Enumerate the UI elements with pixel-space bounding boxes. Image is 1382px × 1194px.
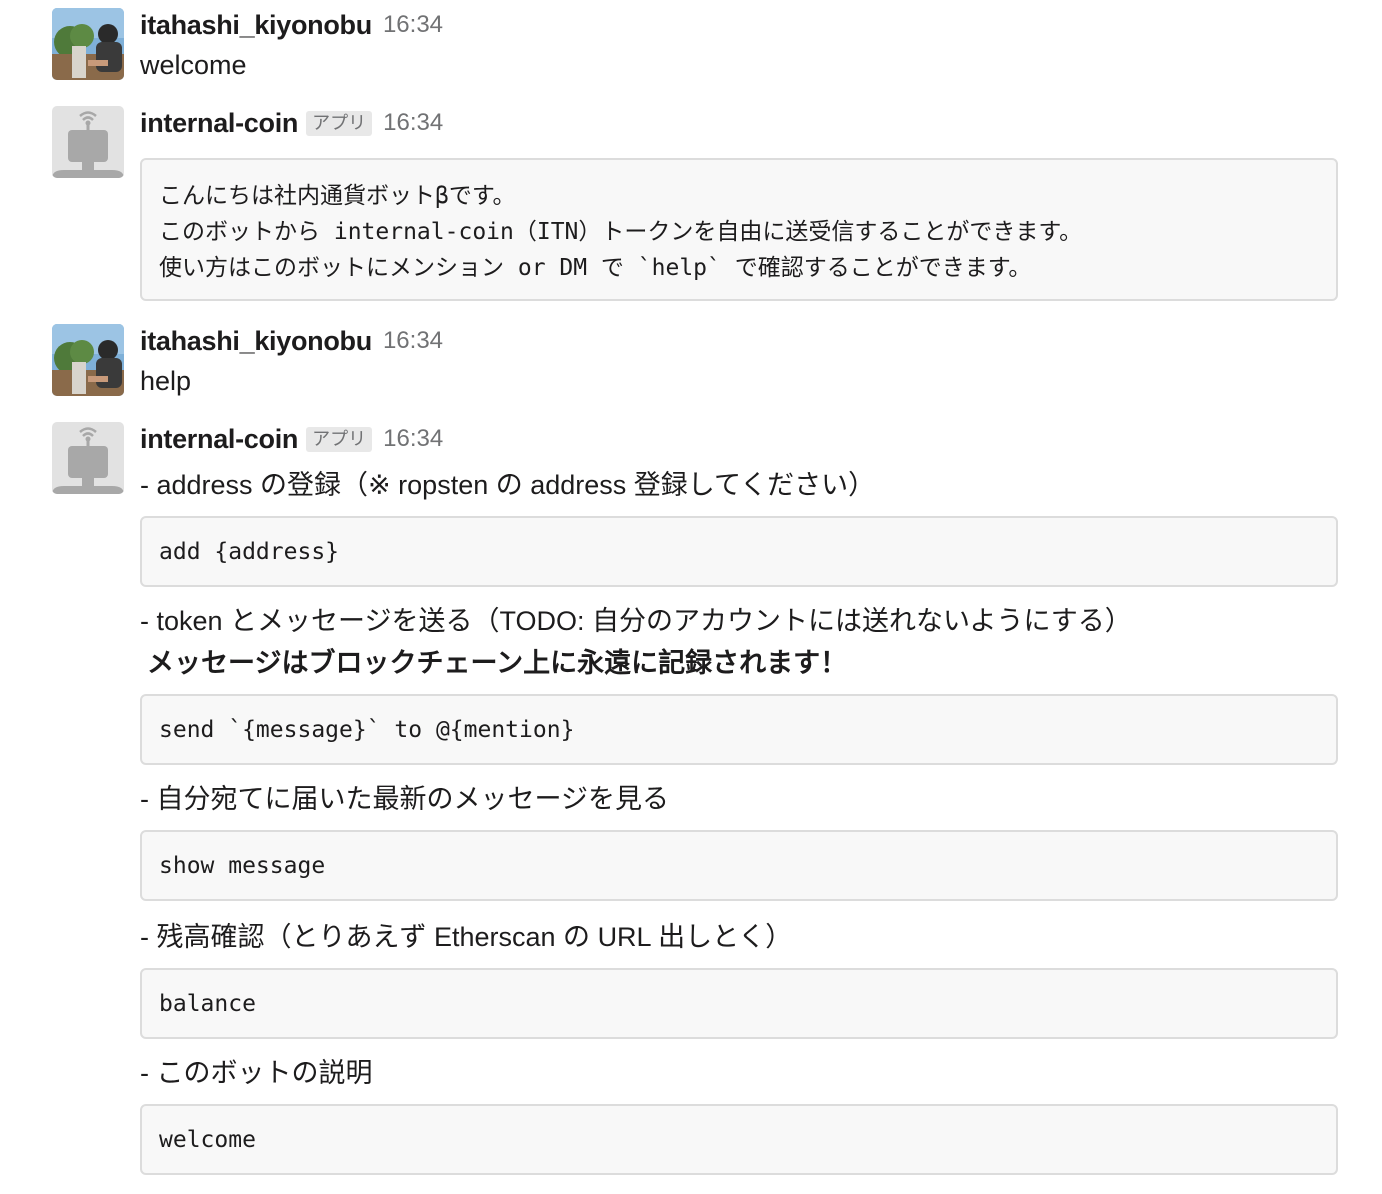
username[interactable]: internal-coin [140,424,298,455]
send-command-code: send `{message}` to @{mention} [140,694,1338,765]
balance-description: - 残高確認（とりあえず Etherscan の URL 出しとく） [140,922,793,952]
username[interactable]: itahashi_kiyonobu [140,326,372,357]
timestamp[interactable]: 16:34 [383,109,443,137]
code-line: このボットから internal-coin（ITN）トークンを自由に送受信するこ… [159,219,1083,245]
message-header: itahashi_kiyonobu 16:34 [140,324,443,358]
user-avatar-icon[interactable] [52,8,124,80]
message-text: help [140,366,192,396]
app-badge: アプリ [306,426,373,452]
app-badge: アプリ [306,110,373,136]
timestamp[interactable]: 16:34 [383,425,443,453]
welcome-description: - このボットの説明 [140,1058,373,1088]
user-avatar-icon[interactable] [52,324,124,396]
add-command-code: add {address} [140,516,1338,587]
bot-avatar-icon[interactable] [52,106,124,178]
code-line: 使い方はこのボットにメンション or DM で `help` で確認することがで… [159,255,1032,281]
bot-avatar-icon[interactable] [52,422,124,494]
message-header: internal-coin アプリ 16:34 [140,106,443,140]
message-header: itahashi_kiyonobu 16:34 [140,8,443,42]
add-description: - address の登録（※ ropsten の address 登録してくだ… [140,470,876,500]
welcome-command-code: welcome [140,1104,1338,1175]
code-block: こんにちは社内通貨ボットβです。 このボットから internal-coin（I… [140,158,1338,301]
username[interactable]: internal-coin [140,108,298,139]
show-description: - 自分宛てに届いた最新のメッセージを見る [140,784,669,814]
username[interactable]: itahashi_kiyonobu [140,10,372,41]
timestamp[interactable]: 16:34 [383,11,443,39]
send-description: - token とメッセージを送る（TODO: 自分のアカウントには送れないよう… [140,606,1132,636]
balance-command-code: balance [140,968,1338,1039]
message-text: welcome [140,50,247,80]
send-warning: メッセージはブロックチェーン上に永遠に記録されます！ [147,648,848,678]
show-command-code: show message [140,830,1338,901]
timestamp[interactable]: 16:34 [383,327,443,355]
code-line: こんにちは社内通貨ボットβです。 [159,183,516,209]
message-header: internal-coin アプリ 16:34 [140,422,443,456]
